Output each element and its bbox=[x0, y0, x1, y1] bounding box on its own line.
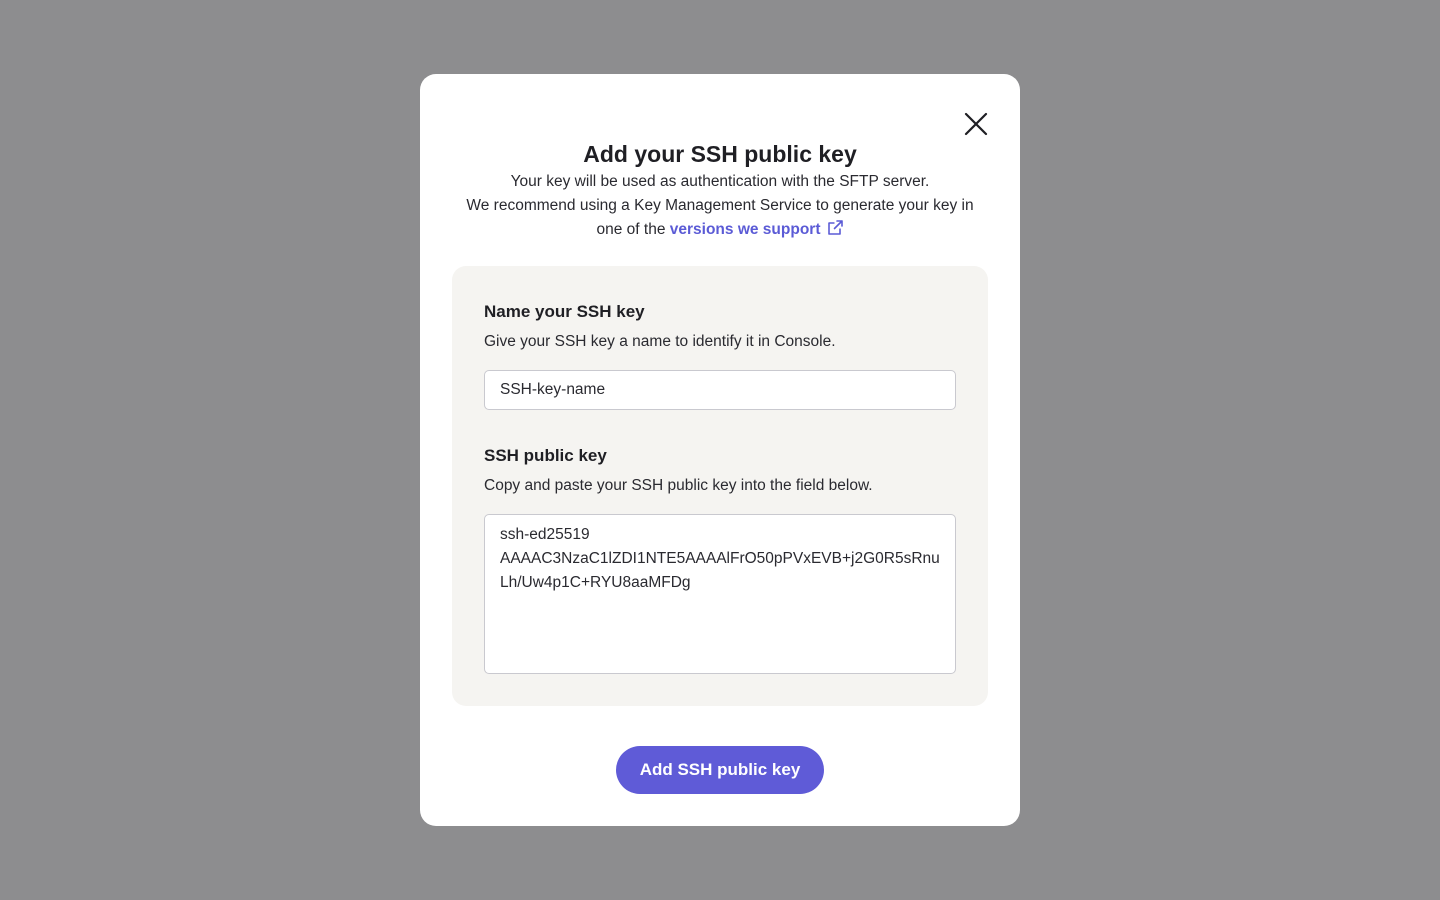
supported-versions-link[interactable]: versions we support bbox=[669, 220, 844, 238]
description-line-3-prefix: one of the bbox=[596, 221, 666, 238]
ssh-public-key-help: Copy and paste your SSH public key into … bbox=[484, 477, 873, 494]
description-line-1: Your key will be used as authentication … bbox=[510, 173, 930, 190]
supported-versions-link-text: versions we support bbox=[669, 221, 821, 238]
form-panel: Name your SSH key Give your SSH key a na… bbox=[452, 266, 988, 706]
description-line-2: We recommend using a Key Management Serv… bbox=[466, 197, 974, 214]
ssh-public-key-label: SSH public key bbox=[484, 446, 607, 465]
external-link-icon bbox=[827, 220, 843, 235]
ssh-key-name-help: Give your SSH key a name to identify it … bbox=[484, 333, 836, 350]
add-ssh-key-dialog: Add your SSH public key Your key will be… bbox=[420, 74, 1020, 826]
ssh-public-key-textarea[interactable] bbox=[484, 514, 956, 674]
close-button[interactable] bbox=[960, 108, 992, 140]
add-ssh-key-button[interactable]: Add SSH public key bbox=[616, 746, 824, 794]
close-icon bbox=[964, 112, 988, 136]
ssh-key-name-input[interactable] bbox=[484, 370, 956, 410]
description-line-3: one of the versions we support bbox=[452, 218, 988, 242]
ssh-key-name-label: Name your SSH key bbox=[484, 302, 645, 321]
dialog-description: Your key will be used as authentication … bbox=[452, 170, 988, 242]
dialog-title: Add your SSH public key bbox=[583, 141, 857, 167]
